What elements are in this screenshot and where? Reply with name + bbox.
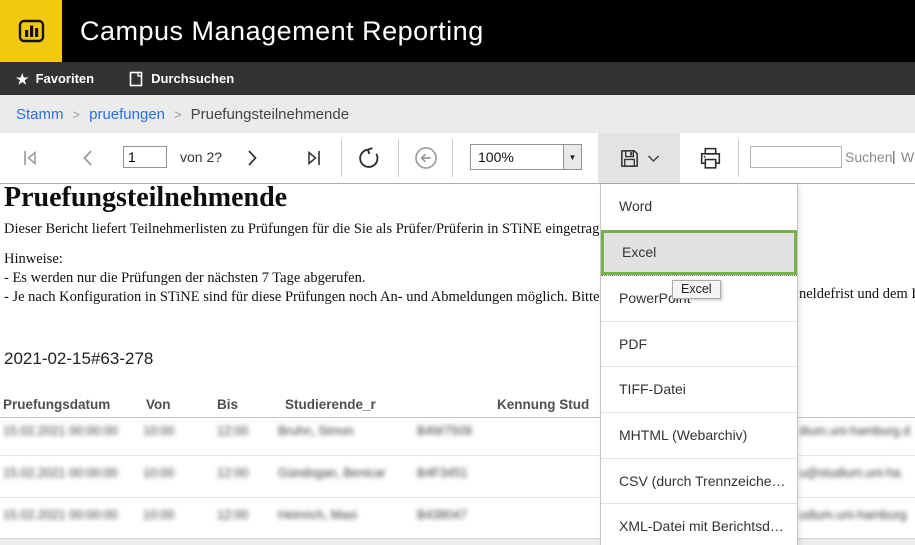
back-to-parent-button[interactable] [410,142,442,174]
excel-tooltip: Excel [672,280,721,299]
save-floppy-icon [618,147,641,170]
chevron-left-icon [78,147,98,169]
zoom-value: 100% [471,149,563,165]
cell-datum: 15.02.2021 00:00:00 [3,508,118,522]
powerbi-logo[interactable] [0,0,62,62]
favorites-nav[interactable]: ★ Favoriten [16,71,94,86]
report-toolbar: von 2? 100% [0,133,915,184]
printer-icon [697,145,724,172]
cell-bis: 12:00 [217,466,248,480]
cell-bis: 12:00 [217,508,248,522]
notes-heading: Hinweise: [4,250,655,269]
zoom-dropdown-button[interactable]: ▼ [563,145,581,169]
cell-von: 10:00 [143,508,174,522]
export-button[interactable] [598,133,680,183]
col-header-bis: Bis [217,397,238,412]
cell-name: Bruhn, Simon [278,424,354,438]
cell-von: 10:00 [143,424,174,438]
report-intro: Dieser Bericht liefert Teilnehmerlisten … [4,221,644,238]
toolbar-divider [738,139,739,177]
cell-datum: 15.02.2021 00:00:00 [3,424,118,438]
page-number-input[interactable] [123,146,167,168]
search-divider: | [892,148,896,164]
col-header-studierende: Studierende_r [285,397,376,412]
report-title: Pruefungsteilnehmende [4,182,287,214]
export-option-tiff[interactable]: TIFF-Datei [601,366,797,412]
chevron-down-icon [647,154,660,163]
chevron-right-icon [242,147,262,169]
cell-datum: 15.02.2021 00:00:00 [3,466,118,480]
cell-name: Gündogan, Benicar [278,466,386,480]
cell-email: u@studium.uni-ha [799,466,913,480]
note-line-2-right-fragment: neldefrist und dem Lis [799,286,915,303]
col-header-pruefungsdatum: Pruefungsdatum [3,397,110,412]
back-arrow-circle-icon [412,144,440,172]
report-viewer: Campus Management Reporting ★ Favoriten … [0,0,915,545]
titlebar: Campus Management Reporting [0,0,915,62]
search-link[interactable]: Suchen [845,149,892,165]
report-notes: Hinweise: - Es werden nur die Prüfungen … [4,250,655,307]
next-page-button[interactable] [240,143,264,173]
browse-label: Durchsuchen [151,71,234,86]
toolbar-divider [341,139,342,177]
refresh-icon [357,145,383,171]
first-page-icon [18,146,42,170]
last-page-icon [302,146,326,170]
export-option-csv[interactable]: CSV (durch Trennzeiche… [601,458,797,504]
breadcrumb-separator: > [73,107,81,122]
note-line-2: - Je nach Konfiguration in STiNE sind fü… [4,288,655,307]
bar-chart-icon [13,13,49,49]
export-option-excel[interactable]: Excel [601,230,797,276]
note-line-1: - Es werden nur die Prüfungen der nächst… [4,269,655,288]
cell-email: udium.uni-hamburg [799,508,913,522]
refresh-button[interactable] [354,141,386,175]
app-title: Campus Management Reporting [80,0,484,62]
breadcrumb-separator: > [174,107,182,122]
cell-von: 10:00 [143,466,174,480]
breadcrumb-link-stamm[interactable]: Stamm [16,106,64,123]
export-option-xml[interactable]: XML-Datei mit Berichtsd… [601,503,797,545]
col-header-kennung: Kennung Stud [497,397,589,412]
first-page-button[interactable] [16,143,44,173]
col-header-von: Von [146,397,171,412]
export-option-mhtml[interactable]: MHTML (Webarchiv) [601,412,797,458]
cell-bis: 12:00 [217,424,248,438]
breadcrumb-current: Pruefungsteilnehmende [191,106,349,123]
toolbar-divider [452,139,453,177]
cell-name: Heinrich, Maxi [278,508,357,522]
exam-group-title: 2021-02-15#63-278 [4,349,153,369]
favorites-label: Favoriten [36,71,95,86]
breadcrumb: Stamm > pruefungen > Pruefungsteilnehmen… [0,95,915,133]
navbar: ★ Favoriten Durchsuchen [0,62,915,95]
browse-nav[interactable]: Durchsuchen [128,70,234,88]
search-input[interactable] [750,146,842,168]
zoom-select[interactable]: 100% ▼ [470,144,582,170]
cell-kennung: B4W7509 [417,424,472,438]
toolbar-divider [398,139,399,177]
cell-kennung: B4F3451 [417,466,468,480]
search-next-link[interactable]: W [901,149,914,165]
export-menu: Word Excel PowerPoint PDF TIFF-Datei MHT… [600,184,798,545]
export-option-word[interactable]: Word [601,184,797,230]
cell-kennung: B438047 [417,508,467,522]
previous-page-button[interactable] [76,143,100,173]
breadcrumb-link-pruefungen[interactable]: pruefungen [89,106,165,123]
print-button[interactable] [688,142,732,174]
browse-icon [128,70,144,88]
last-page-button[interactable] [300,143,328,173]
star-icon: ★ [16,72,29,86]
cell-email: dium.uni-hamburg.d [799,424,913,438]
page-count-label: von 2? [180,149,222,165]
export-option-pdf[interactable]: PDF [601,321,797,367]
